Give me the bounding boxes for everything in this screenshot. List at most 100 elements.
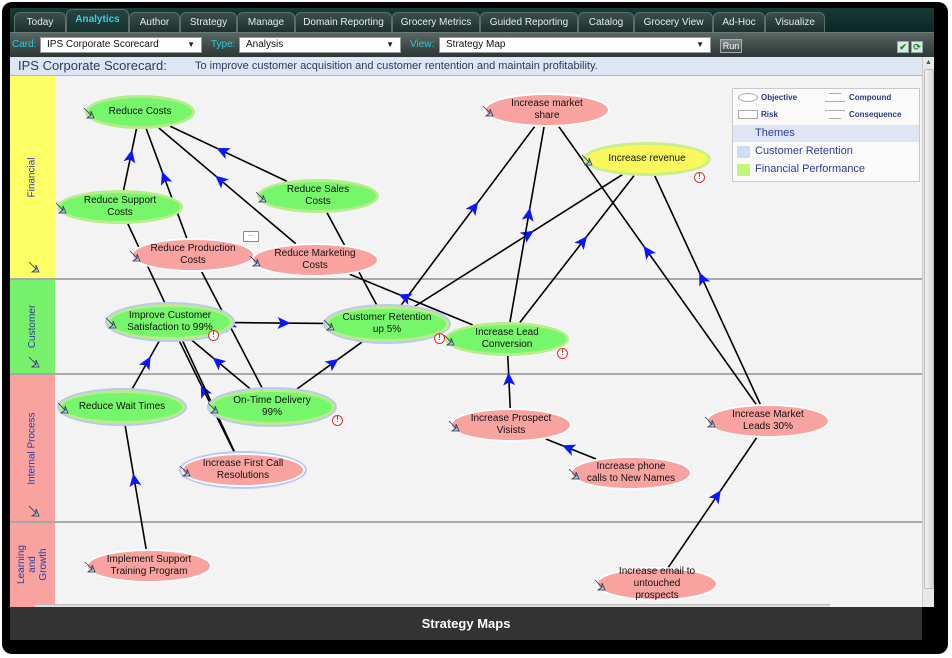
objective-on-time-delivery[interactable]: On-Time Delivery 99% [209, 389, 335, 425]
scorecard-title: IPS Corporate Scorecard: [18, 58, 167, 73]
drill-down-icon[interactable] [54, 201, 68, 215]
check-icon[interactable]: ✔ [897, 41, 909, 53]
theme-swatch [737, 146, 750, 158]
chevron-down-icon: ▼ [696, 40, 704, 49]
arrow-head-icon [521, 207, 534, 222]
objective-label: Increase Prospect Visists [470, 413, 552, 436]
drill-down-icon[interactable] [56, 401, 70, 415]
legend-risk: Risk [761, 110, 778, 119]
scrollbar-thumb[interactable] [924, 69, 934, 589]
card-select-value: IPS Corporate Scorecard [47, 39, 159, 50]
objective-customer-retention[interactable]: Customer Retention up 5% [325, 306, 449, 342]
tab-manage[interactable]: Manage [237, 12, 295, 32]
tab-author[interactable]: Author [129, 12, 180, 32]
comment-icon[interactable]: ... [243, 231, 259, 242]
objective-reduce-support-costs[interactable]: Reduce Support Costs [57, 190, 183, 224]
risk-shape-icon [738, 110, 758, 119]
drill-down-icon[interactable] [567, 467, 581, 481]
drill-down-icon[interactable] [254, 190, 268, 204]
alert-icon[interactable]: ! [694, 172, 705, 183]
tab-visualize[interactable]: Visualize [765, 12, 825, 32]
link-line [399, 126, 536, 307]
tab-analytics[interactable]: Analytics [66, 9, 129, 32]
drill-down-icon[interactable] [82, 106, 96, 120]
objective-label: Reduce Support Costs [83, 195, 157, 218]
arrow-head-icon [138, 356, 151, 371]
drill-down-icon[interactable] [206, 401, 220, 415]
drill-down-icon[interactable] [322, 318, 336, 332]
legend-themes-header: Themes [733, 125, 919, 142]
tab-grocery-metrics[interactable]: Grocery Metrics [392, 12, 480, 32]
objective-label: On-Time Delivery 99% [233, 395, 311, 418]
objective-label: Increase First Call Resolutions [202, 458, 284, 481]
objective-label: Reduce Marketing Costs [274, 248, 356, 271]
type-select[interactable]: Analysis ▼ [239, 37, 401, 53]
objective-label: Implement Support Training Program [106, 554, 192, 577]
link-line [145, 128, 188, 239]
scroll-up-arrow[interactable]: ▲ [925, 59, 932, 66]
link-line [509, 126, 545, 323]
objective-increase-market-leads[interactable]: Increase Market Leads 30% [706, 404, 830, 438]
tab-strategy[interactable]: Strategy [180, 12, 237, 32]
tab-guided-reporting[interactable]: Guided Reporting [480, 12, 578, 32]
drill-down-icon[interactable] [442, 333, 456, 347]
chevron-down-icon: ▼ [386, 40, 394, 49]
objective-reduce-costs[interactable]: Reduce Costs [85, 95, 195, 129]
link-line [169, 125, 288, 183]
objective-label: Increase phone calls to New Names [586, 461, 676, 484]
drill-down-icon[interactable] [447, 419, 461, 433]
alert-icon[interactable]: ! [557, 348, 568, 359]
link-line [232, 321, 326, 325]
arrow-head-icon [699, 272, 711, 287]
link-line [294, 340, 365, 391]
objective-increase-lead-conversion[interactable]: Increase Lead Conversion [445, 322, 569, 356]
card-label: Card: [12, 39, 37, 50]
drill-down-icon[interactable] [593, 578, 607, 592]
objective-reduce-marketing-costs[interactable]: Reduce Marketing Costs [251, 243, 379, 277]
legend-objective: Objective [761, 93, 798, 102]
alert-icon[interactable]: ! [332, 415, 343, 426]
arrow-head-icon [561, 444, 577, 456]
arrow-head-icon [216, 148, 231, 160]
objective-implement-support-training[interactable]: Implement Support Training Program [86, 549, 212, 583]
objective-increase-email[interactable]: Increase email to untouched prospects [596, 566, 718, 601]
objective-increase-market-share[interactable]: Increase market share [484, 93, 610, 127]
card-select[interactable]: IPS Corporate Scorecard ▼ [40, 37, 202, 53]
view-select[interactable]: Strategy Map ▼ [439, 37, 711, 53]
run-button[interactable]: Run [720, 39, 742, 53]
drill-down-icon[interactable] [104, 316, 118, 330]
drill-down-icon[interactable] [83, 560, 97, 574]
arrow-head-icon [324, 358, 339, 372]
objective-reduce-sales-costs[interactable]: Reduce Sales Costs [257, 179, 379, 213]
tab-today[interactable]: Today [14, 12, 66, 32]
arrow-head-icon [465, 201, 479, 216]
drill-down-icon[interactable] [178, 464, 192, 478]
view-label: View: [410, 39, 435, 50]
objective-increase-first-call-resolutions[interactable]: Increase First Call Resolutions [181, 453, 305, 487]
drill-down-icon[interactable] [481, 104, 495, 118]
drill-down-icon[interactable] [128, 249, 142, 263]
tab-domain-reporting[interactable]: Domain Reporting [295, 12, 392, 32]
refresh-icon[interactable]: ⟳ [911, 41, 923, 53]
objective-label: Increase market share [511, 98, 583, 121]
drill-down-icon[interactable] [248, 254, 262, 268]
alert-icon[interactable]: ! [208, 330, 219, 341]
objective-increase-prospect-visits[interactable]: Increase Prospect Visists [450, 408, 572, 442]
drill-down-icon[interactable] [703, 415, 717, 429]
objective-increase-phone-calls[interactable]: Increase phone calls to New Names [570, 456, 692, 490]
tab-ad-hoc[interactable]: Ad-Hoc [713, 12, 765, 32]
objective-reduce-production-costs[interactable]: Reduce Production Costs [131, 238, 255, 272]
arrow-head-icon [574, 236, 587, 251]
tab-catalog[interactable]: Catalog [578, 12, 634, 32]
objective-reduce-wait-times[interactable]: Reduce Wait Times [59, 390, 185, 424]
objective-label: Increase email to untouched prospects [618, 566, 696, 601]
toolbar: Card: IPS Corporate Scorecard ▼ Type: An… [10, 32, 934, 57]
objective-label: Reduce Sales Costs [286, 184, 350, 207]
drill-down-icon[interactable] [580, 153, 594, 167]
tab-grocery-view[interactable]: Grocery View [634, 12, 713, 32]
legend-theme-financial-performance[interactable]: Financial Performance [755, 163, 865, 175]
legend-theme-customer-retention[interactable]: Customer Retention [755, 145, 853, 157]
vertical-scrollbar[interactable]: ▲ [922, 57, 934, 607]
main-tab-bar: Today Analytics Author Strategy Manage D… [10, 8, 934, 32]
objective-increase-revenue[interactable]: Increase revenue [583, 142, 711, 176]
